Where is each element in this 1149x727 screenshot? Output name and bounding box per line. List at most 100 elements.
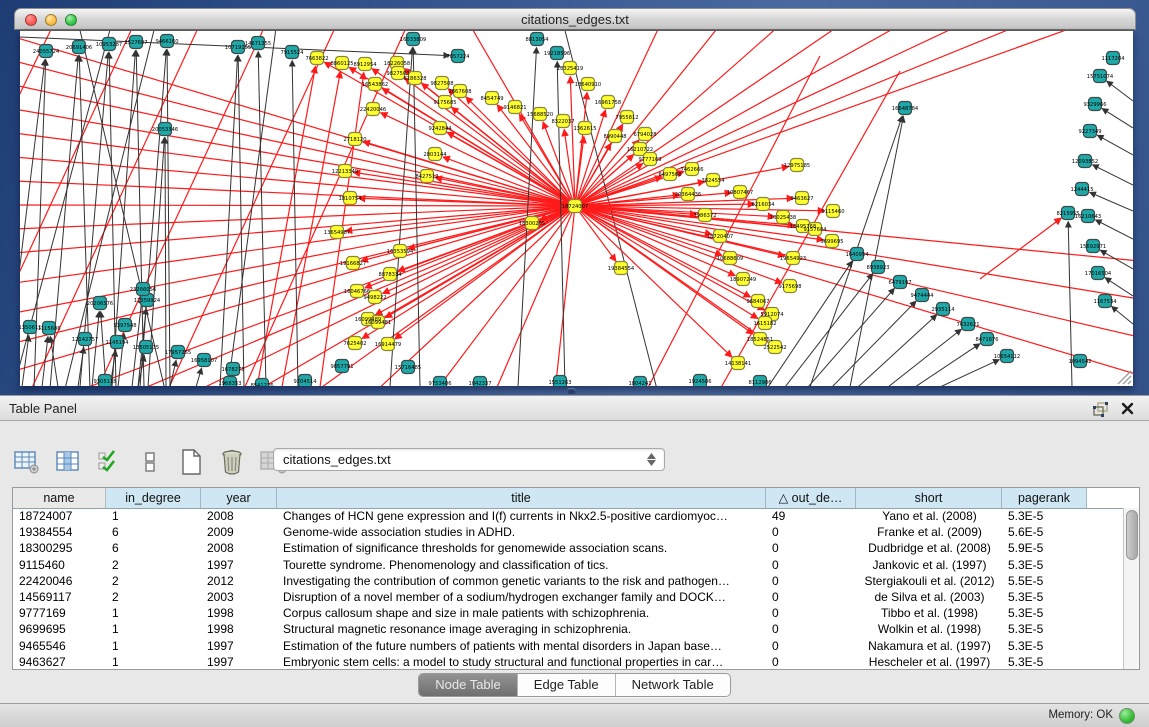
svg-text:9305118: 9305118 (93, 379, 116, 385)
row-height-icon[interactable] (135, 448, 165, 476)
table-selector-dropdown[interactable]: citations_edges.txt (273, 448, 665, 471)
table-row[interactable]: 946362711997Embryonic stem cells: a mode… (13, 654, 1124, 669)
svg-text:1042337: 1042337 (468, 381, 491, 386)
svg-text:2803144: 2803144 (423, 152, 447, 158)
cell-pagerank: 5.9E-5 (1002, 540, 1087, 556)
cell-name: 9777169 (13, 605, 106, 621)
tab-node-table[interactable]: Node Table (419, 674, 518, 696)
svg-text:1640954: 1640954 (845, 252, 869, 258)
svg-text:9753406: 9753406 (428, 381, 451, 386)
tab-edge-table[interactable]: Edge Table (518, 674, 616, 696)
cell-out_de: 0 (766, 524, 856, 540)
table-row[interactable]: 1872400712008Changes of HCN gene express… (13, 508, 1124, 524)
network-window-titlebar[interactable]: citations_edges.txt (14, 8, 1136, 30)
cell-name: 9115460 (13, 557, 106, 573)
cell-short: Yano et al. (2008) (856, 508, 1002, 524)
svg-text:16033809: 16033809 (400, 37, 426, 43)
svg-text:9699695: 9699695 (820, 239, 843, 245)
cell-pagerank: 5.3E-5 (1002, 621, 1087, 637)
table-row[interactable]: 969969511998Structural magnetic resonanc… (13, 621, 1124, 637)
svg-text:16210643: 16210643 (1075, 214, 1101, 220)
svg-text:17016504: 17016504 (1085, 271, 1112, 277)
table-scrollbar[interactable] (1123, 508, 1139, 669)
svg-text:10807467: 10807467 (727, 190, 753, 196)
svg-text:17957255: 17957255 (165, 350, 191, 356)
network-graph-svg[interactable]: 2405572420691406109532871527607946616010… (20, 31, 1133, 386)
svg-text:12142757: 12142757 (72, 337, 98, 343)
svg-text:5912074: 5912074 (760, 312, 784, 318)
show-column-icon[interactable] (53, 448, 83, 476)
svg-text:2718120: 2718120 (343, 137, 366, 143)
cell-name: 19384554 (13, 524, 106, 540)
cell-title: Structural magnetic resonance image aver… (277, 621, 766, 637)
cell-in_degree: 1 (106, 621, 201, 637)
cell-title: Genome-wide association studies in ADHD. (277, 524, 766, 540)
table-selector-value: citations_edges.txt (274, 452, 642, 467)
network-view-canvas[interactable]: 2405572420691406109532871527607946616010… (20, 30, 1133, 386)
table-row[interactable]: 1830029562008Estimation of significance … (13, 540, 1124, 556)
column-header-year[interactable]: year (201, 488, 277, 508)
table-row[interactable]: 2242004622012Investigating the contribut… (13, 573, 1124, 589)
svg-text:10025438: 10025438 (770, 215, 796, 221)
table-row[interactable]: 1456911722003Disruption of a novel membe… (13, 589, 1124, 605)
svg-text:6794028: 6794028 (633, 132, 656, 138)
svg-text:18300295: 18300295 (519, 221, 545, 227)
svg-text:10654112: 10654112 (994, 354, 1020, 360)
column-header-out_de[interactable]: △ out_de… (766, 488, 856, 508)
cell-out_de: 0 (766, 573, 856, 589)
svg-text:14671355: 14671355 (245, 41, 271, 47)
cell-year: 1997 (201, 557, 277, 573)
cell-short: Wolkin et al. (1998) (856, 621, 1002, 637)
delete-table-icon[interactable] (217, 448, 247, 476)
cell-title: Disruption of a novel member of a sodium… (277, 589, 766, 605)
cell-pagerank: 5.3E-5 (1002, 508, 1087, 524)
column-header-pagerank[interactable]: pagerank (1002, 488, 1087, 508)
svg-text:18907249: 18907249 (730, 277, 756, 283)
cell-in_degree: 6 (106, 524, 201, 540)
svg-text:10688609: 10688609 (717, 256, 743, 262)
svg-text:2522542: 2522542 (763, 345, 786, 351)
svg-text:1115686: 1115686 (37, 326, 60, 332)
svg-text:1244415: 1244415 (1070, 187, 1093, 193)
column-header-name[interactable]: name (13, 488, 106, 508)
cell-out_de: 0 (766, 589, 856, 605)
cell-short: Hescheler et al. (1997) (856, 654, 1002, 669)
svg-text:1678275: 1678275 (221, 367, 244, 373)
svg-text:7663822: 7663822 (305, 56, 328, 62)
table-mode-icon[interactable] (12, 448, 42, 476)
svg-text:9474444: 9474444 (910, 293, 934, 299)
column-header-in_degree[interactable]: in_degree (106, 488, 201, 508)
cytoscape-desktop: citations_edges.txt 24055724206914061095… (0, 0, 1149, 727)
table-scrollbar-thumb[interactable] (1126, 510, 1138, 560)
svg-text:18640910: 18640910 (575, 82, 601, 88)
svg-text:16543862: 16543862 (362, 82, 388, 88)
float-panel-icon[interactable] (1092, 401, 1109, 417)
table-row[interactable]: 1938455462009Genome-wide association stu… (13, 524, 1124, 540)
column-header-short[interactable]: short (856, 488, 1002, 508)
table-row[interactable]: 911546021997Tourette syndrome. Phenomeno… (13, 557, 1124, 573)
cell-out_de: 0 (766, 638, 856, 654)
cell-name: 18724007 (13, 508, 106, 524)
cell-year: 2008 (201, 508, 277, 524)
table-row[interactable]: 977716911998Corpus callosum shape and si… (13, 605, 1124, 621)
svg-text:9498222: 9498222 (363, 295, 386, 301)
close-panel-icon[interactable] (1120, 401, 1135, 416)
window-title: citations_edges.txt (15, 12, 1135, 27)
create-table-icon[interactable] (176, 448, 206, 476)
svg-text:19218596: 19218596 (544, 51, 570, 57)
tab-network-table[interactable]: Network Table (616, 674, 730, 696)
svg-text:15692971: 15692971 (1080, 244, 1106, 250)
table-row[interactable]: 946554611997Estimation of the future num… (13, 638, 1124, 654)
cell-year: 2008 (201, 540, 277, 556)
svg-text:7632621: 7632621 (956, 322, 979, 328)
svg-text:19384554: 19384554 (608, 266, 635, 272)
svg-text:8878334: 8878334 (378, 272, 402, 278)
column-header-title[interactable]: title (277, 488, 766, 508)
panel-splitter-handle[interactable] (567, 388, 576, 394)
cell-out_de: 0 (766, 605, 856, 621)
cell-short: Tibbo et al. (1998) (856, 605, 1002, 621)
svg-text:8938923: 8938923 (866, 265, 889, 271)
svg-text:1117204: 1117204 (1101, 56, 1125, 62)
svg-text:13505135: 13505135 (133, 345, 159, 351)
select-columns-icon[interactable] (94, 448, 124, 476)
